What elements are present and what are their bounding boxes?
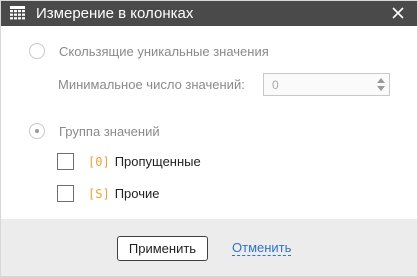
other-checkbox[interactable] [57, 185, 74, 202]
other-tag: [S] [88, 186, 110, 201]
stepper-arrows[interactable] [373, 74, 389, 95]
min-count-stepper[interactable]: 0 [263, 73, 390, 96]
close-icon[interactable] [391, 6, 405, 20]
chevron-down-icon[interactable] [377, 86, 385, 91]
sliding-unique-option[interactable]: Скользящие уникальные значения [29, 43, 269, 59]
cancel-link[interactable]: Отменить [232, 241, 292, 256]
missing-values-option[interactable]: [0] Пропущенные [57, 153, 201, 170]
missing-label: Пропущенные [114, 154, 201, 169]
missing-tag: [0] [88, 154, 110, 169]
missing-checkbox[interactable] [57, 153, 74, 170]
sliding-unique-label: Скользящие уникальные значения [59, 43, 269, 59]
sliding-unique-radio[interactable] [29, 43, 45, 59]
columns-dimension-dialog: Измерение в колонках Скользящие уникальн… [0, 0, 418, 277]
value-group-option[interactable]: Группа значений [29, 123, 160, 139]
other-values-option[interactable]: [S] Прочие [57, 185, 159, 202]
grid-columns-icon [10, 6, 25, 20]
dialog-footer: Применить Отменить [1, 219, 417, 276]
dialog-titlebar: Измерение в колонках [1, 1, 417, 26]
apply-button[interactable]: Применить [117, 236, 208, 261]
dialog-title: Измерение в колонках [36, 5, 194, 22]
value-group-radio[interactable] [29, 123, 45, 139]
min-count-value[interactable]: 0 [272, 78, 279, 92]
chevron-up-icon[interactable] [377, 78, 385, 83]
value-group-label: Группа значений [59, 123, 160, 139]
other-label: Прочие [114, 186, 160, 201]
min-count-label: Минимальное число значений: [58, 77, 245, 92]
